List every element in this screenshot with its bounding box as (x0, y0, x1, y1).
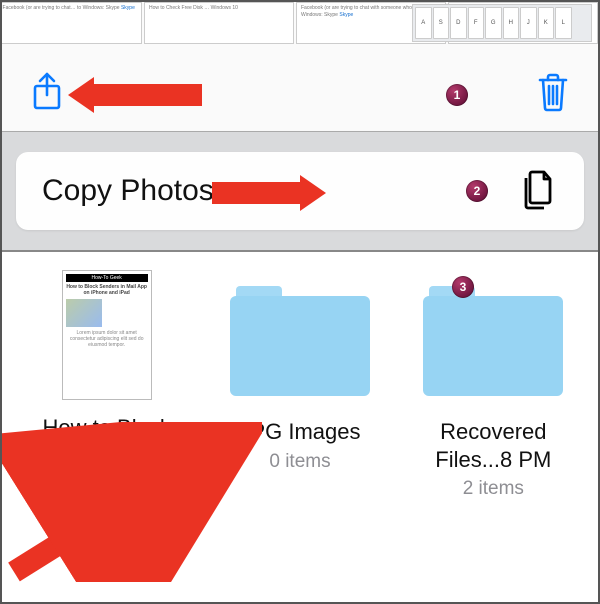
annotation-arrow-2 (212, 182, 302, 204)
copy-icon (518, 166, 558, 217)
annotation-badge-1: 1 (446, 84, 468, 106)
copy-photos-label: Copy Photos (42, 174, 214, 208)
share-icon[interactable] (30, 71, 64, 113)
file-thumbnail: How-To Geek How to Block Senders in Mail… (62, 270, 152, 400)
annotation-arrow-3 (2, 422, 262, 582)
annotation-badge-2: 2 (466, 180, 488, 202)
folder-count: 0 items (269, 450, 330, 475)
mini-keyboard: ASDFGHJKL (412, 4, 592, 42)
annotation-arrow-1 (92, 84, 202, 106)
folder-title: Recovered Files...8 PM (409, 418, 578, 473)
folder-count: 2 items (463, 477, 524, 502)
annotation-badge-3: 3 (452, 276, 474, 298)
thumb-2: How to Check Free Disk … Windows 10 (144, 2, 294, 44)
folder-icon (423, 286, 563, 396)
trash-icon[interactable] (536, 72, 570, 112)
thumb-1: of Facebook (or are trying to chat… to W… (2, 2, 142, 44)
screenshot-panel-2: Copy Photos 2 (2, 132, 598, 252)
folder-icon (230, 286, 370, 396)
screenshot-panel-3: How-To Geek How to Block Senders in Mail… (2, 252, 598, 602)
folder-item-recovered[interactable]: Recovered Files...8 PM 2 items (409, 270, 578, 522)
screenshot-panel-1: of Facebook (or are trying to chat… to W… (2, 2, 598, 132)
